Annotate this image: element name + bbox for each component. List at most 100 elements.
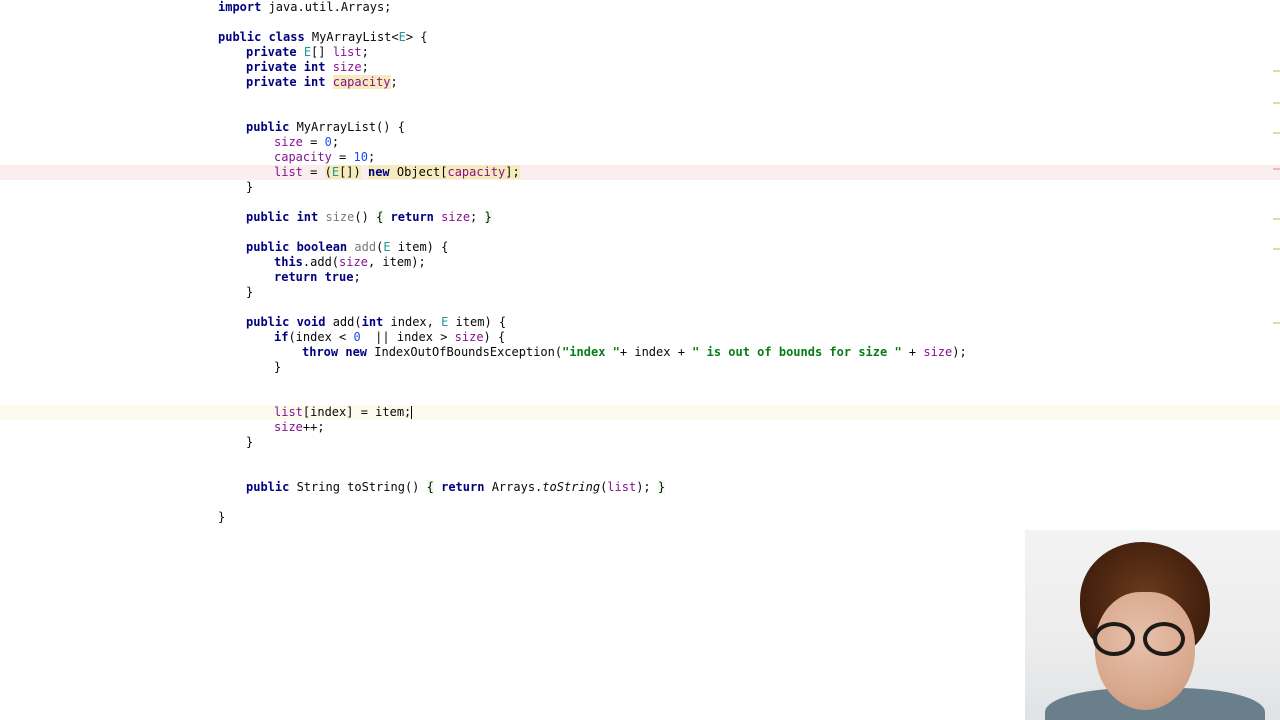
code-text: + index + [619,345,693,359]
code-line-brace[interactable]: } [246,285,253,300]
code-line-size-method[interactable]: public int size() { return size; } [246,210,492,225]
field-name: capacity [274,150,332,164]
code-text: ; [353,270,361,284]
scrollbar-marker[interactable] [1273,322,1280,324]
code-line-brace[interactable]: } [246,180,253,195]
code-line-class-brace[interactable]: } [218,510,225,525]
code-line-list-assign[interactable]: list[index] = item; [274,405,413,420]
scrollbar-marker[interactable] [1273,248,1280,250]
method-name: add [354,240,377,254]
code-text: ( [324,165,332,179]
code-line-size-increment[interactable]: size++; [274,420,325,435]
code-line-tostring-method[interactable]: public String toString() { return Arrays… [246,480,666,495]
field-name: list [607,480,637,494]
code-text: add( [325,315,362,329]
code-text: [index] = item; [302,405,412,419]
code-text: ; [470,210,485,224]
keyword: public boolean [246,240,348,254]
code-text: ; [361,60,369,74]
keyword: import [218,0,262,14]
code-line-field-list[interactable]: private E[] list; [246,45,369,60]
code-text: } [246,285,254,299]
field-name: size [339,255,368,269]
keyword: private int [246,60,326,74]
keyword: public class [218,30,305,44]
field-name: list [274,405,303,419]
code-text: []) [339,165,361,179]
code-text: IndexOutOfBoundsException( [367,345,563,359]
code-text: () [354,210,377,224]
code-text: Object[ [389,165,448,179]
keyword: private [246,45,297,59]
folded-brace[interactable]: } [657,480,666,494]
code-line-add-index-method[interactable]: public void add(int index, E item) { [246,315,506,330]
code-text: [] [311,45,333,59]
code-text: + [901,345,924,359]
code-line-add-method[interactable]: public boolean add(E item) { [246,240,448,255]
code-text: } [246,180,254,194]
code-text: ; [367,150,376,164]
scrollbar-error-marker[interactable] [1273,168,1280,170]
current-line-highlight [0,405,1280,420]
code-line-throw[interactable]: throw new IndexOutOfBoundsException("ind… [302,345,967,360]
scrollbar-marker[interactable] [1273,102,1280,104]
code-line-brace[interactable]: } [274,360,281,375]
type-parameter: E [383,240,391,254]
code-line-list-init[interactable]: list = (E[]) new Object[capacity]; [274,165,520,180]
keyword: return [441,480,485,494]
text-caret [411,406,413,419]
keyword: int [361,315,384,329]
scrollbar-marker[interactable] [1273,70,1280,72]
code-text: String toString() [289,480,427,494]
type-parameter: E [398,30,406,44]
code-line-return-true[interactable]: return true; [274,270,361,285]
code-text: item) { [390,240,449,254]
code-text: > { [405,30,428,44]
unchecked-cast-warning: (E[]) [324,165,361,179]
code-text: item) { [448,315,507,329]
code-text: Arrays. [484,480,543,494]
scrollbar-marker[interactable] [1273,218,1280,220]
code-line-capacity-init[interactable]: capacity = 10; [274,150,375,165]
code-text: ; [361,45,369,59]
code-text: ++; [302,420,325,434]
code-line-field-size[interactable]: private int size; [246,60,369,75]
code-text: ; [390,75,398,89]
field-name: size [332,60,362,74]
code-text: } [218,510,226,524]
scrollbar-marker[interactable] [1273,132,1280,134]
number-literal: 0 [353,330,361,344]
code-text: = [331,150,354,164]
field-name: size [923,345,953,359]
string-literal: " is out of bounds for size " [692,345,902,359]
number-literal: 10 [353,150,368,164]
code-text: java.util.Arrays; [261,0,392,14]
code-text: MyArrayList< [304,30,399,44]
code-editor[interactable]: import java.util.Arrays; public class My… [0,0,1280,720]
code-line-constructor[interactable]: public MyArrayList() { [246,120,405,135]
keyword: this [274,255,303,269]
method-name: size [325,210,355,224]
code-text: || index > [360,330,455,344]
code-text: ; [331,135,340,149]
code-line-field-capacity[interactable]: private int capacity; [246,75,398,90]
number-literal: 0 [324,135,332,149]
folded-brace[interactable]: } [484,210,492,224]
folded-brace[interactable]: { [426,480,434,494]
code-line-if[interactable]: if(index < 0 || index > size) { [274,330,505,345]
code-line-class-declaration[interactable]: public class MyArrayList<E> { [218,30,428,45]
code-line-this-add[interactable]: this.add(size, item); [274,255,426,270]
code-text: .add( [302,255,340,269]
code-text: ); [952,345,967,359]
static-method-call: toString [542,480,601,494]
code-text: (index < [288,330,354,344]
field-name: size [274,135,303,149]
code-text: = [302,165,325,179]
code-line-brace[interactable]: } [246,435,253,450]
code-line-import[interactable]: import java.util.Arrays; [218,0,391,15]
code-line-size-init[interactable]: size = 0; [274,135,339,150]
field-name: capacity [447,165,506,179]
code-text: ]; [505,165,520,179]
code-text: } [246,435,254,449]
